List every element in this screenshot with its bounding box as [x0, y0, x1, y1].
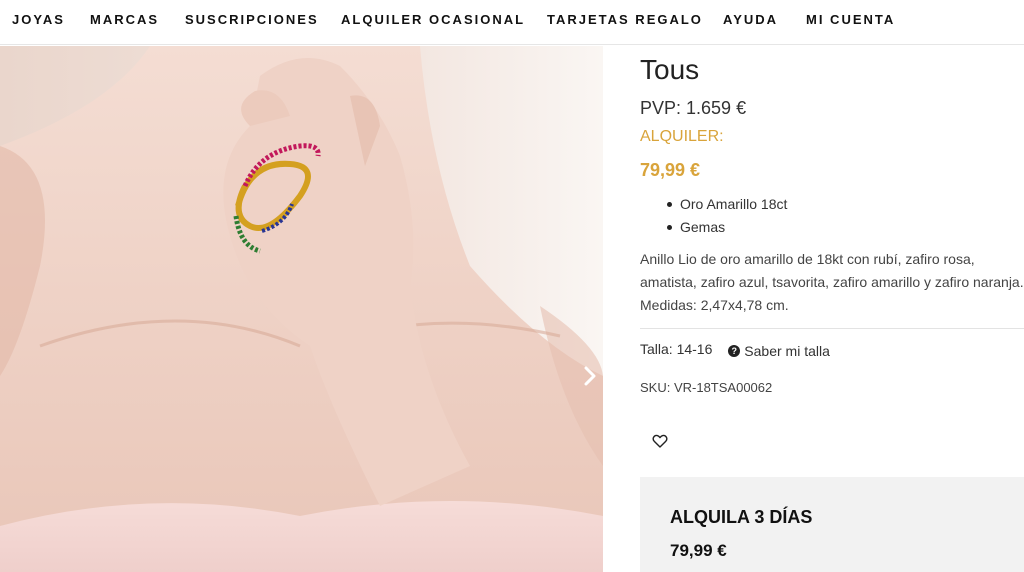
- top-navigation: JOYAS MARCAS SUSCRIPCIONES ALQUILER OCAS…: [0, 0, 1024, 45]
- size-guide-link[interactable]: ? Saber mi talla: [728, 343, 830, 359]
- nav-item-suscripciones[interactable]: SUSCRIPCIONES: [185, 12, 319, 27]
- product-info-panel: Tous PVP: 1.659 € ALQUILER: 79,99 € Oro …: [640, 46, 1024, 572]
- rent-box-title: ALQUILA 3 DÍAS: [670, 507, 813, 527]
- heart-icon[interactable]: [652, 433, 668, 449]
- size-row: Talla: 14-16 ? Saber mi talla: [640, 341, 830, 359]
- nav-item-ayuda[interactable]: AYUDA: [723, 12, 778, 27]
- divider: [640, 328, 1024, 329]
- size-value: Talla: 14-16: [640, 341, 713, 357]
- rent-box-price: 79,99 €: [670, 541, 727, 560]
- rent-price-label: ALQUILER:: [640, 128, 724, 145]
- sku: SKU: VR-18TSA00062: [640, 380, 773, 395]
- rent-price: 79,99 €: [640, 160, 701, 180]
- chevron-right-icon[interactable]: [578, 362, 602, 390]
- nav-item-marcas[interactable]: MARCAS: [90, 12, 159, 27]
- product-image: [0, 46, 603, 572]
- rent-box: ALQUILA 3 DÍAS 79,99 €: [640, 477, 1024, 572]
- size-guide-label: Saber mi talla: [744, 343, 830, 359]
- product-photo-illustration: [0, 46, 603, 572]
- question-icon: ?: [728, 345, 741, 357]
- feature-item: Oro Amarillo 18ct: [666, 194, 787, 217]
- product-description: Anillo Lio de oro amarillo de 18kt con r…: [640, 251, 1024, 313]
- nav-item-alquiler-ocasional[interactable]: ALQUILER OCASIONAL: [341, 12, 525, 27]
- nav-item-mi-cuenta[interactable]: MI CUENTA: [806, 12, 895, 27]
- feature-list: Oro Amarillo 18ct Gemas: [666, 194, 787, 240]
- product-brand: Tous: [640, 54, 700, 85]
- retail-price: PVP: 1.659 €: [640, 98, 747, 118]
- nav-item-tarjetas-regalo[interactable]: TARJETAS REGALO: [547, 12, 703, 27]
- feature-item: Gemas: [666, 217, 787, 240]
- nav-item-joyas[interactable]: JOYAS: [12, 12, 65, 27]
